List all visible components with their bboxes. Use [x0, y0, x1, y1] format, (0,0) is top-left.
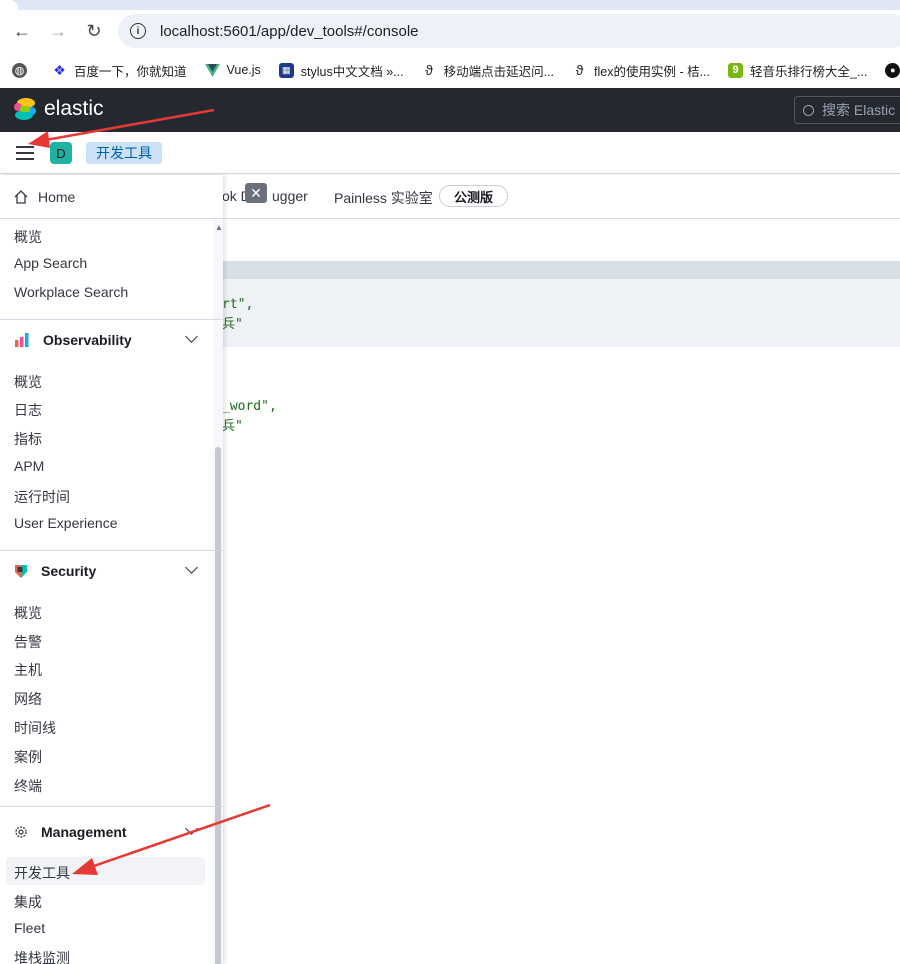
gear-icon [15, 826, 27, 838]
elastic-logo-icon [14, 98, 36, 120]
bookmark-item[interactable]: ▦ stylus中文文档 »... [278, 61, 404, 80]
nav-home-label: Home [38, 188, 76, 205]
kibana-header: elastic 搜索 Elastic [0, 88, 900, 132]
beta-badge: 公测版 [439, 185, 509, 207]
editor-highlight [222, 279, 900, 347]
nav-item[interactable]: 概览 [14, 372, 42, 392]
elastic-logo[interactable]: elastic [14, 97, 104, 121]
nav-item[interactable]: Fleet [14, 920, 45, 936]
bookmark-label: flex的使用实例 - 桔... [594, 64, 710, 79]
bookmark-label: 轻音乐排行榜大全_... [750, 64, 868, 79]
group-management[interactable]: Management [0, 812, 212, 852]
feather-icon: ϑ [425, 62, 433, 78]
nav-item[interactable]: 终端 [14, 776, 42, 796]
search-icon [803, 104, 814, 116]
bookmark-label: 百度一下，你就知道 [74, 64, 187, 79]
url-text: localhost:5601/app/dev_tools#/console [160, 22, 419, 40]
nav-item[interactable]: 运行时间 [14, 487, 70, 507]
nav-item[interactable]: 案例 [14, 747, 42, 767]
nav-item[interactable]: 主机 [14, 660, 42, 680]
globe-icon: ◍ [12, 62, 27, 78]
close-icon[interactable]: ✕ [245, 183, 267, 203]
nav-item[interactable]: 概览 [14, 227, 42, 247]
hamburger-line [16, 146, 34, 148]
devtools-tabs: ok D ugger Painless 实验室 公测版 [222, 175, 900, 219]
nav-item[interactable]: 堆栈监测 [14, 948, 70, 964]
search-placeholder: 搜索 Elastic [822, 102, 896, 118]
nav-item[interactable]: User Experience [14, 515, 118, 531]
feather-icon: ϑ [575, 62, 584, 78]
bookmark-item[interactable]: Vue.js [204, 63, 261, 78]
divider [0, 806, 223, 807]
code-line: 兵" [222, 419, 243, 434]
scrollbar-thumb[interactable] [215, 447, 221, 964]
bookmark-item[interactable]: ϑ 移动端点击延迟问... [422, 61, 554, 80]
nav-item[interactable]: 告警 [14, 632, 42, 652]
music-icon: 9 [728, 62, 743, 78]
group-title: Security [41, 563, 97, 579]
brand-name: elastic [44, 97, 104, 120]
editor-header [222, 261, 900, 279]
home-icon [14, 189, 28, 204]
tab-painless-lab[interactable]: Painless 实验室 [334, 188, 433, 208]
bookmark-item[interactable]: ● [885, 62, 900, 78]
menu-toggle-button[interactable] [14, 143, 36, 163]
browser-navbar: ← → ↻ i localhost:5601/app/dev_tools#/co… [0, 10, 900, 52]
nav-item[interactable]: 时间线 [14, 718, 56, 738]
breadcrumb: 开发工具 [86, 142, 162, 164]
group-title: Observability [43, 332, 132, 348]
hamburger-line [16, 152, 34, 154]
forward-arrow-icon[interactable]: → [46, 19, 70, 43]
global-search[interactable]: 搜索 Elastic [794, 96, 900, 124]
nav-item[interactable]: App Search [14, 255, 87, 271]
github-icon: ● [885, 62, 900, 78]
group-observability[interactable]: Observability [0, 320, 212, 360]
observability-icon [15, 333, 29, 347]
tab-grok-partial-end[interactable]: ugger [272, 188, 308, 204]
chevron-down-icon[interactable] [185, 561, 198, 574]
bookmark-label: stylus中文文档 »... [300, 64, 404, 79]
back-arrow-icon[interactable]: ← [10, 19, 34, 43]
kibana-subheader: D 开发工具 [0, 132, 900, 174]
site-info-icon[interactable]: i [130, 23, 146, 39]
nav-item-dev-tools[interactable]: 开发工具 [14, 863, 70, 883]
address-bar[interactable]: i localhost:5601/app/dev_tools#/console [118, 14, 900, 48]
side-navigation: Home ▲ 概览 App Search Workplace Search Ob… [0, 175, 223, 964]
stylus-icon: ▦ [278, 62, 294, 78]
nav-item[interactable]: 概览 [14, 603, 42, 623]
nav-item[interactable]: 指标 [14, 429, 42, 449]
console-toolbar [222, 219, 900, 261]
nav-item[interactable]: 网络 [14, 689, 42, 709]
nav-item[interactable]: 日志 [14, 400, 42, 420]
space-avatar[interactable]: D [50, 142, 72, 164]
bookmark-item[interactable]: 9 轻音乐排行榜大全_... [728, 61, 867, 80]
bookmark-item[interactable]: ❖ 百度一下，你就知道 [52, 61, 187, 80]
code-line: 兵" [222, 317, 243, 332]
code-line: _word", [222, 399, 277, 414]
bookmark-globe[interactable]: ◍ [12, 62, 34, 78]
group-title: Management [41, 824, 127, 840]
security-icon [15, 565, 27, 578]
chevron-down-icon[interactable] [185, 330, 198, 343]
vue-icon [204, 63, 220, 78]
bookmark-label: Vue.js [226, 63, 261, 77]
code-line: rt", [222, 297, 254, 312]
nav-home[interactable]: Home [0, 175, 223, 219]
active-tab-edge [0, 0, 18, 10]
nav-item[interactable]: APM [14, 458, 44, 474]
group-security[interactable]: Security [0, 551, 212, 591]
bookmark-item[interactable]: ϑ flex的使用实例 - 桔... [572, 61, 710, 80]
hamburger-line [16, 158, 34, 160]
nav-item[interactable]: Workplace Search [14, 284, 128, 300]
browser-tab-strip [0, 0, 900, 10]
scroll-up-icon[interactable]: ▲ [215, 223, 223, 232]
paw-icon: ❖ [53, 61, 66, 78]
chevron-down-icon[interactable] [185, 822, 198, 835]
reload-icon[interactable]: ↻ [82, 19, 106, 43]
bookmark-label: 移动端点击延迟问... [443, 64, 555, 79]
nav-item[interactable]: 集成 [14, 892, 42, 912]
bookmarks-bar: ◍ ❖ 百度一下，你就知道 Vue.js ▦ stylus中文文档 »... ϑ… [0, 52, 900, 88]
